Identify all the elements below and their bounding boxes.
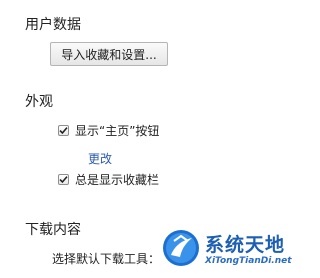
always-show-bookmarks-bar-checkbox[interactable] [58, 174, 69, 185]
site-watermark: 系统天地 XiTongTianDi.net [155, 226, 292, 278]
watermark-title: 系统天地 [205, 234, 286, 256]
always-show-bookmarks-bar-option[interactable]: 总是显示收藏栏 [58, 171, 159, 188]
watermark-url: XiTongTianDi.net [205, 256, 292, 266]
checkmark-icon [59, 176, 68, 184]
change-home-page-link[interactable]: 更改 [88, 150, 112, 167]
system-site-logo-icon [163, 230, 199, 266]
checkmark-icon [59, 127, 68, 135]
show-home-button-option[interactable]: 显示“主页”按钮 [58, 122, 159, 139]
user-data-heading: 用户数据 [25, 17, 81, 33]
show-home-button-label: 显示“主页”按钮 [75, 124, 160, 138]
select-default-download-tool-label: 选择默认下载工具： [52, 252, 161, 266]
appearance-heading: 外观 [25, 94, 53, 110]
import-bookmarks-settings-button[interactable]: 导入收藏和设置... [50, 42, 168, 66]
always-show-bookmarks-bar-label: 总是显示收藏栏 [75, 173, 160, 187]
show-home-button-checkbox[interactable] [58, 125, 69, 136]
downloads-heading: 下载内容 [25, 222, 81, 238]
